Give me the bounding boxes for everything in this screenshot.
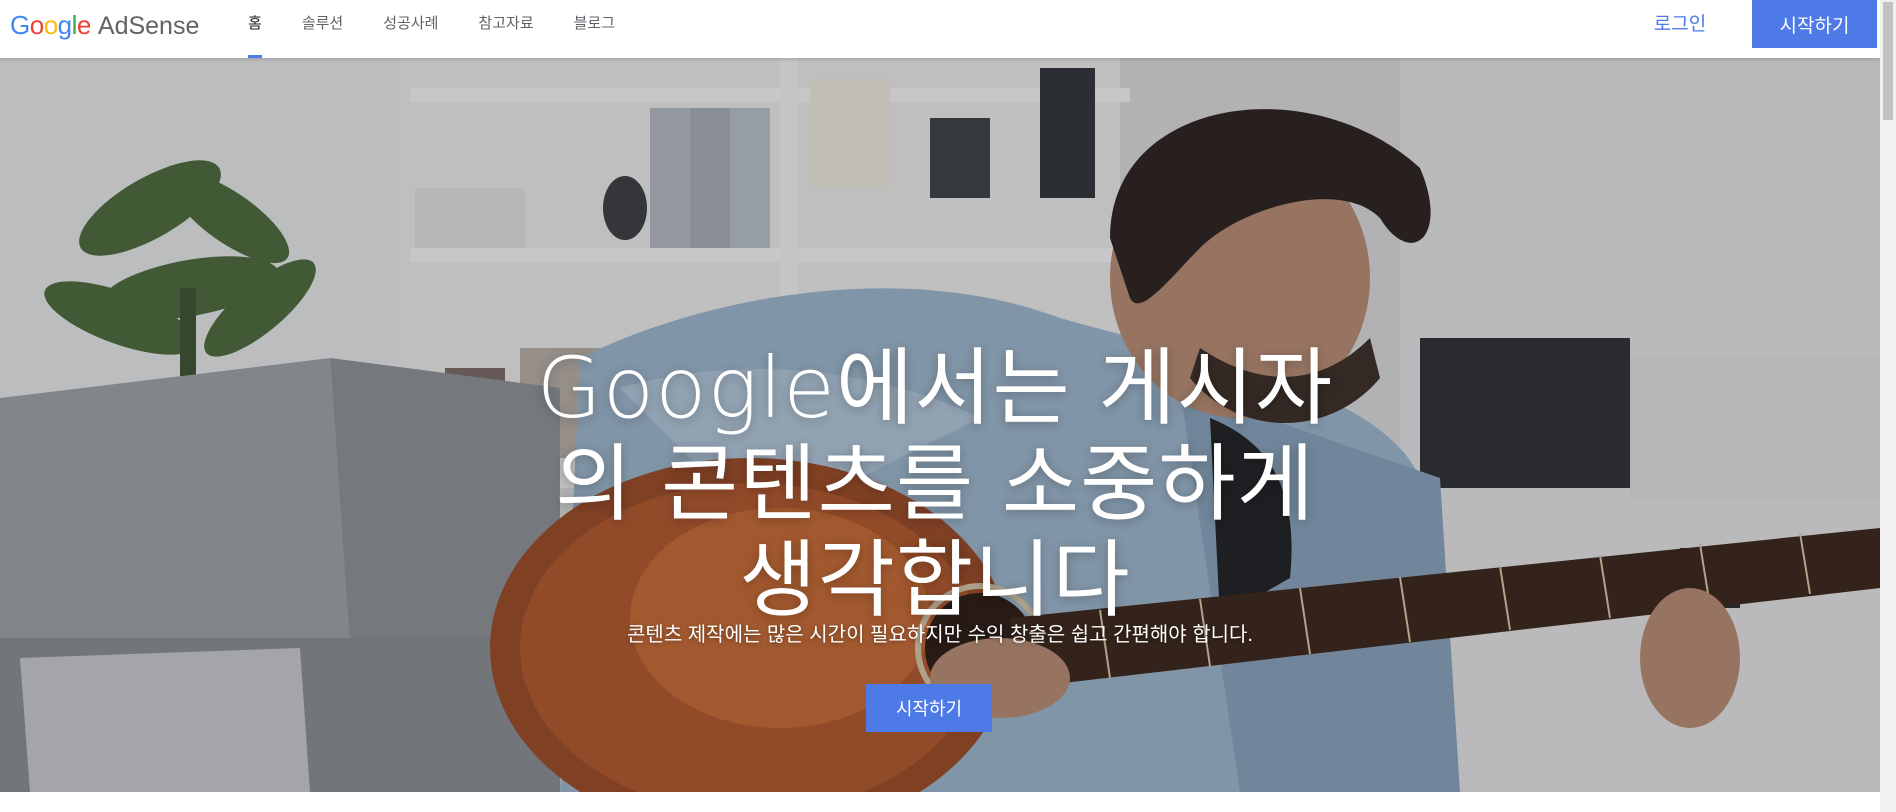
hero-title: Google에서는 게시자 의 콘텐츠를 소중하게 생각합니다 bbox=[490, 340, 1380, 628]
nav-item-label: 블로그 bbox=[573, 14, 616, 32]
page-scrollbar[interactable] bbox=[1880, 0, 1896, 812]
scrollbar-thumb[interactable] bbox=[1883, 2, 1893, 120]
nav-item-label: 홈 bbox=[248, 14, 262, 32]
logo-letter: o bbox=[43, 10, 58, 40]
logo-letter: o bbox=[29, 10, 44, 40]
start-button-hero[interactable]: 시작하기 bbox=[866, 684, 992, 732]
top-navigation-bar: Google AdSense 홈 솔루션 성공사례 참고자료 블로그 로그인 시… bbox=[0, 0, 1880, 58]
nav-item-resources[interactable]: 참고자료 bbox=[458, 0, 553, 58]
nav-item-label: 솔루션 bbox=[301, 14, 344, 32]
main-nav: 홈 솔루션 성공사례 참고자료 블로그 bbox=[228, 0, 635, 58]
logo-letter: e bbox=[76, 10, 91, 40]
hero-title-line: Google에서는 게시자 bbox=[536, 339, 1334, 437]
nav-item-label: 성공사례 bbox=[383, 14, 439, 32]
hero-subtitle: 콘텐츠 제작에는 많은 시간이 필요하지만 수익 창출은 쉽고 간편해야 합니다… bbox=[627, 624, 1253, 646]
start-button-header[interactable]: 시작하기 bbox=[1752, 0, 1877, 48]
logo-letter: g bbox=[57, 10, 72, 40]
hero-section: Google에서는 게시자 의 콘텐츠를 소중하게 생각합니다 bbox=[0, 58, 1880, 792]
google-wordmark: Google bbox=[10, 10, 91, 41]
login-link[interactable]: 로그인 bbox=[1632, 0, 1728, 44]
nav-item-label: 참고자료 bbox=[478, 14, 534, 32]
nav-item-solutions[interactable]: 솔루션 bbox=[282, 0, 363, 58]
page-bottom-strip bbox=[0, 792, 1880, 812]
adsense-logo[interactable]: Google AdSense bbox=[10, 10, 199, 40]
nav-item-home[interactable]: 홈 bbox=[228, 0, 282, 58]
nav-item-success-stories[interactable]: 성공사례 bbox=[363, 0, 458, 58]
product-name: AdSense bbox=[97, 12, 200, 40]
logo-letter: G bbox=[10, 10, 30, 40]
nav-item-blog[interactable]: 블로그 bbox=[554, 0, 635, 58]
hero-title-line: 생각합니다 bbox=[739, 531, 1131, 629]
hero-title-line: 의 콘텐츠를 소중하게 bbox=[555, 435, 1315, 533]
